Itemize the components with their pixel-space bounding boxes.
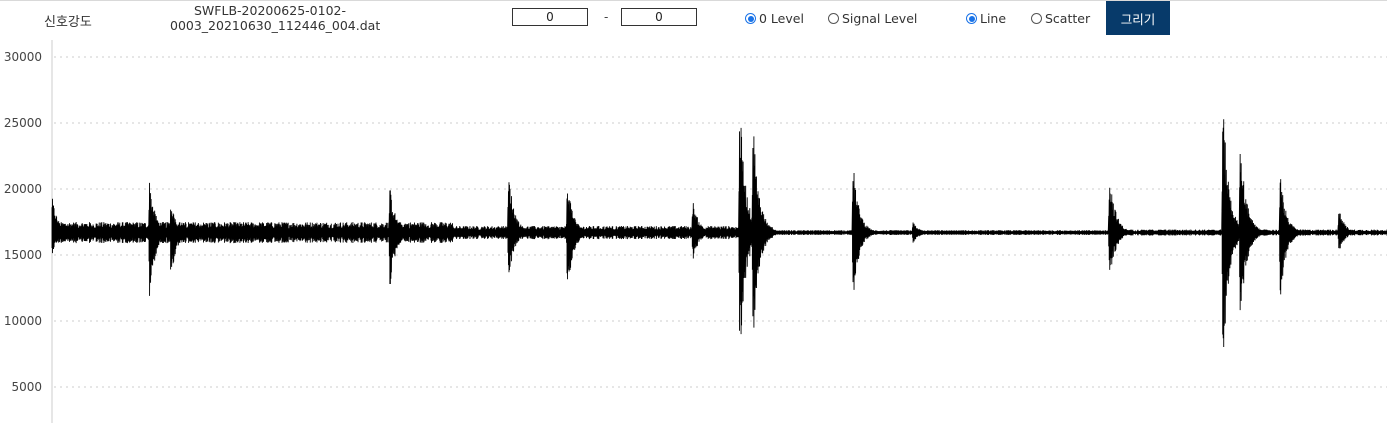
radio-signal-level-label: Signal Level <box>842 11 918 26</box>
range-start-input[interactable] <box>512 8 588 26</box>
y-tick-label: 10000 <box>4 314 42 328</box>
y-tick-label: 25000 <box>4 116 42 130</box>
range-end-input[interactable] <box>621 8 697 26</box>
top-border <box>0 0 1387 1</box>
y-axis-ticks: 5000 10000 15000 20000 25000 30000 <box>4 50 42 394</box>
radio-unselected-icon <box>828 13 839 24</box>
radio-zero-level[interactable]: 0 Level <box>745 11 804 26</box>
file-name-line1: SWFLB-20200625-0102- <box>194 3 346 18</box>
file-name-line2: 0003_20210630_112446_004.dat <box>170 18 381 33</box>
y-tick-label: 5000 <box>11 380 42 394</box>
signal-trace <box>51 119 1387 348</box>
chart-title: 신호강도 <box>44 15 92 30</box>
range-separator: - <box>604 10 609 24</box>
radio-unselected-icon <box>1031 13 1042 24</box>
grid-lines <box>54 56 1387 388</box>
signal-chart: 5000 10000 15000 20000 25000 30000 <box>4 40 1387 423</box>
radio-scatter[interactable]: Scatter <box>1031 11 1090 26</box>
radio-line[interactable]: Line <box>966 11 1006 26</box>
radio-selected-icon <box>745 13 756 24</box>
draw-button[interactable]: 그리기 <box>1106 1 1170 35</box>
y-tick-label: 15000 <box>4 248 42 262</box>
radio-selected-icon <box>966 13 977 24</box>
radio-zero-level-label: 0 Level <box>759 11 804 26</box>
y-tick-label: 30000 <box>4 50 42 64</box>
radio-scatter-label: Scatter <box>1045 11 1091 26</box>
radio-line-label: Line <box>980 11 1007 26</box>
file-name: SWFLB-20200625-0102- 0003_20210630_11244… <box>170 3 381 33</box>
radio-signal-level[interactable]: Signal Level <box>828 11 917 26</box>
y-tick-label: 20000 <box>4 182 42 196</box>
